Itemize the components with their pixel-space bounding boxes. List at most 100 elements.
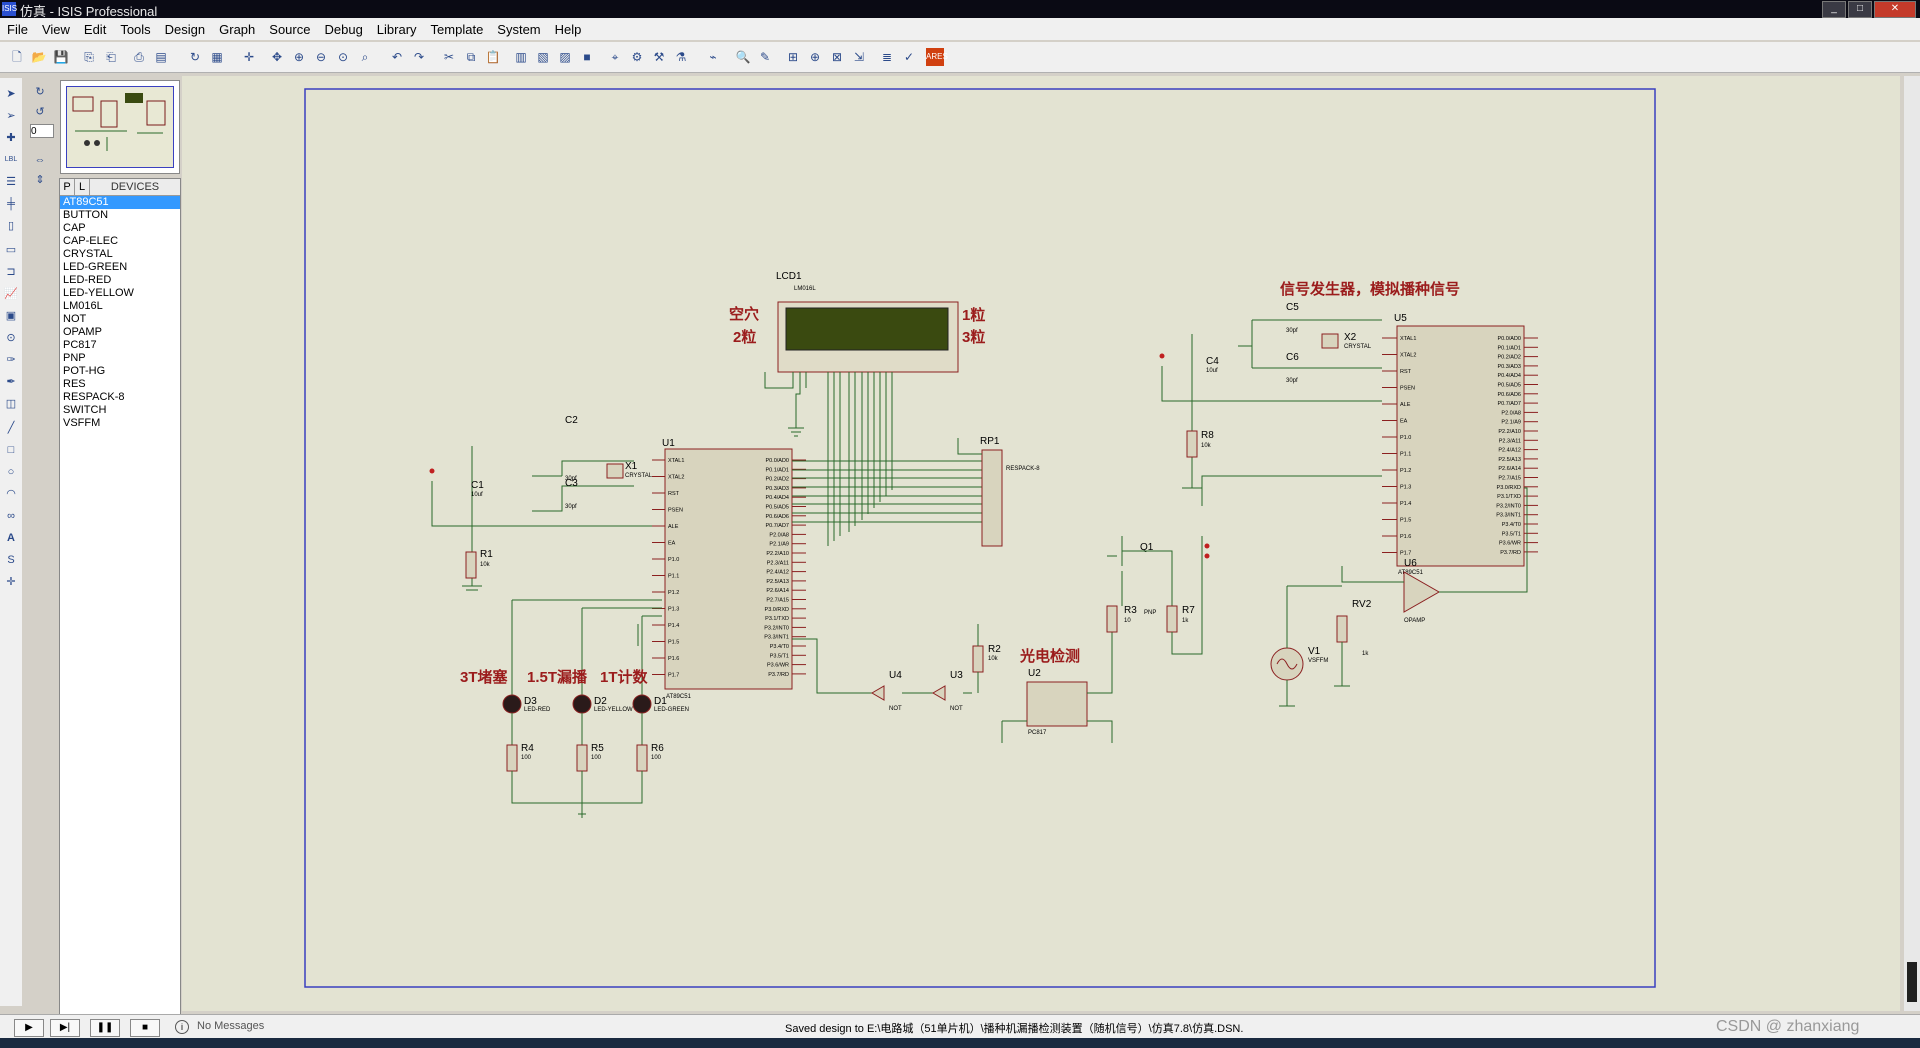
device-list-item[interactable]: CAP-ELEC [60,235,180,248]
undo-icon[interactable]: ↶ [388,48,406,66]
zoom-in-icon[interactable]: ⊕ [290,48,308,66]
print-icon[interactable]: ⎙ [130,48,148,66]
device-list-item[interactable]: SWITCH [60,404,180,417]
device-list-item[interactable]: LED-RED [60,274,180,287]
vertical-scrollbar[interactable] [1904,76,1920,1011]
path-tool-icon[interactable]: ∞ [3,508,19,524]
cut-icon[interactable]: ✂ [440,48,458,66]
maximize-button[interactable]: □ [1848,1,1872,18]
schematic-canvas[interactable]: LCD1 LM016L 空穴 2粒 1粒 3粒 U1 AT89C51 XTAL1… [182,76,1900,1011]
arc-tool-icon[interactable]: ◠ [3,486,19,502]
decompose-icon[interactable]: ⚗ [672,48,690,66]
device-list-item[interactable]: PC817 [60,339,180,352]
import-icon[interactable]: ⎘ [80,48,98,66]
paste-icon[interactable]: 📋 [484,48,502,66]
grid-icon[interactable]: ▦ [208,48,226,66]
device-list-item[interactable]: RESPACK-8 [60,391,180,404]
virtual-instruments-icon[interactable]: ◫ [3,396,19,412]
block-copy-icon[interactable]: ▥ [512,48,530,66]
device-list-item[interactable]: PNP [60,352,180,365]
overview-window[interactable] [60,80,180,174]
selection-mode-icon[interactable]: ➤ [3,86,19,102]
add-sheet-icon[interactable]: ⊕ [806,48,824,66]
zoom-all-icon[interactable]: ⊙ [334,48,352,66]
wire-label-icon[interactable]: LBL [3,152,19,168]
subcircuit-icon[interactable]: ▯ [3,218,19,234]
rotation-angle-field[interactable] [30,124,54,138]
menu-design[interactable]: Design [158,22,212,37]
mirror-vertical-icon[interactable]: ⇕ [32,172,48,188]
pan-icon[interactable]: ✥ [268,48,286,66]
print-area-icon[interactable]: ▤ [152,48,170,66]
graph-mode-icon[interactable]: 📈 [3,286,19,302]
save-icon[interactable]: 💾 [52,48,70,66]
goto-sheet-icon[interactable]: ⇲ [850,48,868,66]
mirror-horizontal-icon[interactable]: ⇔ [32,152,48,168]
device-list-item[interactable]: AT89C51 [60,196,180,209]
refresh-icon[interactable]: ↻ [186,48,204,66]
device-list-item[interactable]: POT-HG [60,365,180,378]
device-list-item[interactable]: BUTTON [60,209,180,222]
export-icon[interactable]: ⎗ [102,48,120,66]
junction-dot-icon[interactable]: ✚ [3,130,19,146]
device-list-item[interactable]: LED-GREEN [60,261,180,274]
remove-sheet-icon[interactable]: ⊠ [828,48,846,66]
text-script-icon[interactable]: ☰ [3,174,19,190]
copy-icon[interactable]: ⧉ [462,48,480,66]
menu-graph[interactable]: Graph [212,22,262,37]
text-tool-icon[interactable]: A [3,530,19,546]
tape-recorder-icon[interactable]: ▣ [3,308,19,324]
device-list-item[interactable]: CRYSTAL [60,248,180,261]
step-button[interactable]: ▶| [50,1019,80,1037]
pick-device-icon[interactable]: ⌖ [606,48,624,66]
zoom-area-icon[interactable]: ⌕ [356,48,374,66]
device-list-item[interactable]: RES [60,378,180,391]
device-list-item[interactable]: LED-YELLOW [60,287,180,300]
rotate-clockwise-icon[interactable]: ↻ [32,84,48,100]
line-tool-icon[interactable]: ╱ [3,420,19,436]
device-list-item[interactable]: OPAMP [60,326,180,339]
play-button[interactable]: ▶ [14,1019,44,1037]
bill-of-materials-icon[interactable]: ≣ [878,48,896,66]
make-device-icon[interactable]: ⚙ [628,48,646,66]
wire-autorouter-icon[interactable]: ⌁ [704,48,722,66]
menu-source[interactable]: Source [262,22,317,37]
terminals-icon[interactable]: ▭ [3,242,19,258]
device-pins-icon[interactable]: ⊐ [3,264,19,280]
minimize-button[interactable]: _ [1822,1,1846,18]
generator-icon[interactable]: ⊙ [3,330,19,346]
close-button[interactable]: ✕ [1874,1,1916,18]
voltage-probe-icon[interactable]: ✑ [3,352,19,368]
menu-help[interactable]: Help [548,22,589,37]
block-rotate-icon[interactable]: ▨ [556,48,574,66]
messages-indicator[interactable]: No Messages [197,1020,264,1032]
ares-netlist-icon[interactable]: ARES [926,48,948,66]
device-list-item[interactable]: CAP [60,222,180,235]
component-mode-icon[interactable]: ➢ [3,108,19,124]
packaging-icon[interactable]: ⚒ [650,48,668,66]
new-file-icon[interactable]: 🗋 [8,48,26,66]
device-list-item[interactable]: NOT [60,313,180,326]
redo-icon[interactable]: ↷ [410,48,428,66]
new-sheet-icon[interactable]: ⊞ [784,48,802,66]
library-manager-button[interactable]: L [75,179,90,195]
stop-button[interactable]: ■ [130,1019,160,1037]
menu-library[interactable]: Library [370,22,424,37]
search-icon[interactable]: 🔍 [734,48,752,66]
scrollbar-thumb[interactable] [1907,962,1917,1002]
menu-system[interactable]: System [490,22,547,37]
rotate-anticlockwise-icon[interactable]: ↺ [32,104,48,120]
erc-report-icon[interactable]: ✓ [900,48,918,66]
open-folder-icon[interactable]: 📂 [30,48,48,66]
pick-devices-button[interactable]: P [60,179,75,195]
menu-edit[interactable]: Edit [77,22,113,37]
symbol-tool-icon[interactable]: S [3,552,19,568]
menu-debug[interactable]: Debug [317,22,369,37]
marker-tool-icon[interactable]: ✛ [3,574,19,590]
menu-file[interactable]: File [0,22,35,37]
buses-icon[interactable]: ╪ [3,196,19,212]
zoom-out-icon[interactable]: ⊖ [312,48,330,66]
circle-tool-icon[interactable]: ○ [3,464,19,480]
current-probe-icon[interactable]: ✒ [3,374,19,390]
menu-view[interactable]: View [35,22,77,37]
